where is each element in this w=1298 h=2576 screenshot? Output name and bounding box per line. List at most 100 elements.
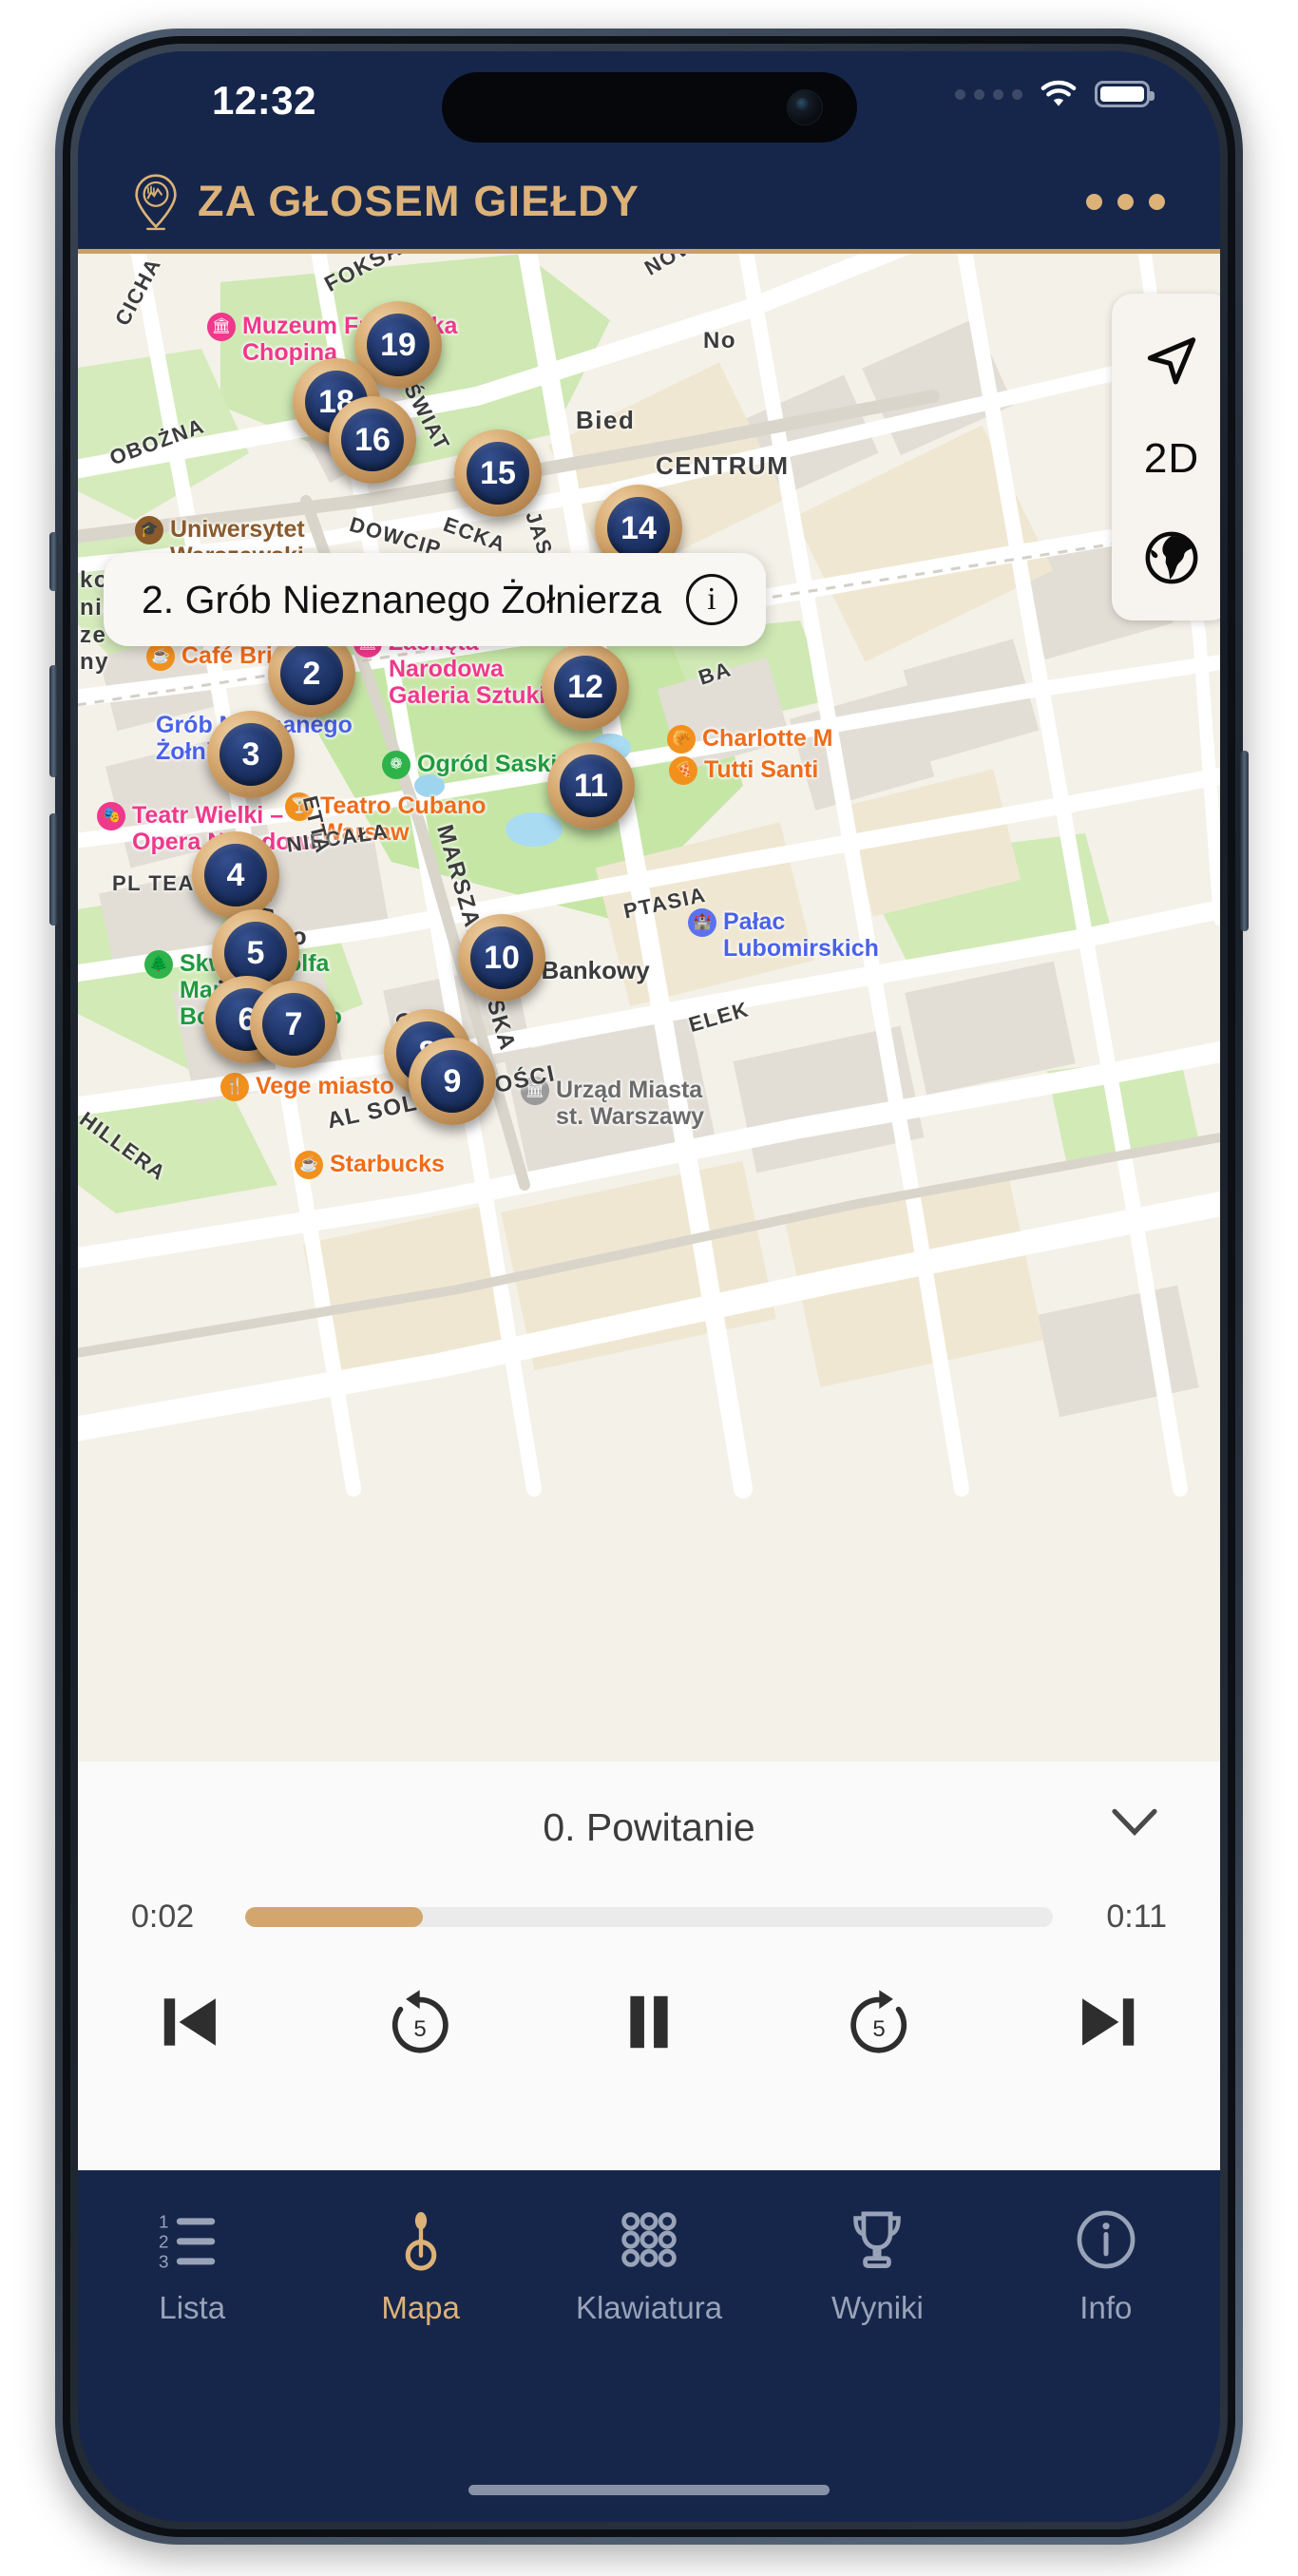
map-place-label: ❁ Ogród Saski [382,751,557,779]
marker-callout[interactable]: 2. Grób Nieznanego Żołnierza i [104,553,766,646]
bottom-tab-bar[interactable]: 1 2 3 Lista Mapa Klawiatura Wyniki Info [78,2170,1220,2522]
map-street-label: No [703,328,736,353]
restaurant-icon: 🍴 [220,1073,249,1101]
map-place-label: ☕ Starbucks [295,1151,445,1179]
map-marker-label: 12 [554,656,617,718]
cafe-icon: ☕ [295,1151,323,1179]
tab-lista[interactable]: 1 2 3 Lista [78,2203,306,2326]
duration-time: 0:11 [1106,1898,1167,1935]
volume-down-button[interactable] [49,813,58,925]
svg-text:5: 5 [413,2016,426,2042]
progress-slider[interactable] [245,1906,1053,1927]
map-marker[interactable]: 15 [454,429,542,517]
cafe-icon: ☕ [146,642,175,671]
university-icon: 🎓 [135,516,163,544]
map-controls-panel[interactable]: 2D [1112,294,1220,620]
map-marker-label: 9 [421,1050,484,1113]
globe-button[interactable] [1112,508,1220,607]
player-controls: 5 5 [78,1957,1220,2066]
map-marker[interactable]: 7 [250,981,337,1068]
info-circle-icon [1075,2203,1137,2277]
globe-icon [1145,531,1198,584]
dimension-toggle-button[interactable]: 2D [1112,410,1220,508]
map-marker-label: 16 [341,409,404,471]
more-horizontal-icon[interactable] [1086,193,1165,210]
map-street-label: CENTRUM [656,451,790,480]
palace-icon: 🏰 [688,908,716,937]
bakery-icon: 🥐 [667,725,696,754]
map-marker-label: 15 [467,442,529,505]
keypad-icon [617,2203,681,2277]
battery-full-icon [1095,81,1155,107]
numbered-list-icon: 1 2 3 [159,2203,225,2277]
signal-dots-icon [955,88,1022,100]
svg-text:1: 1 [159,2212,168,2232]
tab-info[interactable]: Info [992,2203,1220,2326]
map-place-label: 🏰 Pałac Lubomirskich [688,908,879,962]
map-marker-label: 14 [607,497,670,560]
callout-title: 2. Grób Nieznanego Żołnierza [142,577,661,621]
map-marker-label: 4 [204,844,267,906]
progress-fill [245,1906,423,1927]
map-marker[interactable]: 10 [458,914,545,1002]
map-place-label: 🍕 Tutti Santi [669,756,818,785]
front-camera [787,89,823,125]
forward-5-button[interactable]: 5 [835,1978,923,2066]
tab-mapa[interactable]: Mapa [306,2203,534,2326]
home-indicator [468,2485,830,2495]
svg-text:5: 5 [872,2016,885,2042]
tree-icon: 🌲 [144,950,173,979]
power-button[interactable] [1240,751,1249,931]
app-brand: ZA GŁOSEM GIEŁDY [131,172,639,231]
map-marker[interactable]: 4 [192,831,279,919]
map-marker-label: 3 [220,723,282,786]
dynamic-island [442,72,857,143]
theater-icon: 🎭 [97,802,125,830]
map-marker[interactable]: 9 [409,1038,496,1125]
tab-klawiatura[interactable]: Klawiatura [535,2203,763,2326]
silent-switch[interactable] [49,532,58,591]
map-marker[interactable]: 16 [329,396,416,484]
next-track-button[interactable] [1064,1978,1152,2066]
place-name: Ogród Saski [417,751,558,777]
previous-track-button[interactable] [146,1978,234,2066]
map-marker-label: 11 [560,754,622,817]
info-circle-icon[interactable]: i [685,574,737,625]
map-marker[interactable]: 12 [542,632,642,731]
locate-me-button[interactable] [1112,311,1220,410]
forward-5-icon: 5 [849,1990,907,2053]
park-icon: ❁ [382,751,410,779]
chevron-down-icon[interactable] [1108,1803,1161,1841]
audio-player: 0. Powitanie 0:02 0:11 5 5 [78,1762,1220,2170]
place-name: Pałac Lubomirskich [723,908,879,962]
map-marker[interactable]: 11 [547,742,635,830]
map-marker-label: 5 [224,922,287,984]
play-pause-button[interactable] [605,1978,693,2066]
phone-screen: 🏛Muzeum Fryderyka Chopina🎓Uniwersytet Wa… [78,51,1220,2522]
trophy-icon [848,2203,907,2277]
app-title: ZA GŁOSEM GIEŁDY [198,177,640,225]
header-divider [78,249,1220,254]
screenshot-root: 🏛Muzeum Fryderyka Chopina🎓Uniwersytet Wa… [0,0,1298,2576]
player-progress-row[interactable]: 0:02 0:11 [78,1876,1220,1957]
elapsed-time: 0:02 [131,1898,195,1935]
place-name: Tutti Santi [704,756,819,783]
map-marker[interactable]: 3 [207,711,295,798]
map-place-label: 🥐 Charlotte M [667,725,833,754]
map-view[interactable]: 🏛Muzeum Fryderyka Chopina🎓Uniwersytet Wa… [78,254,1220,1762]
tab-wyniki[interactable]: Wyniki [763,2203,991,2326]
map-pin-chart-icon [135,174,177,231]
pizza-icon: 🍕 [669,756,697,785]
navigation-arrow-icon [1147,337,1196,385]
volume-up-button[interactable] [49,665,58,777]
tab-label: Info [1079,2290,1133,2325]
skip-forward-icon [1082,1998,1135,2046]
museum-icon: 🏛 [207,313,236,341]
status-bar: 12:32 [78,51,1220,154]
status-time: 12:32 [212,78,316,123]
map-marker-label: 2 [280,642,343,705]
svg-text:3: 3 [159,2252,168,2271]
app-header: ZA GŁOSEM GIEŁDY [78,154,1220,249]
rewind-5-button[interactable]: 5 [376,1978,464,2066]
tab-label: Lista [159,2290,226,2325]
